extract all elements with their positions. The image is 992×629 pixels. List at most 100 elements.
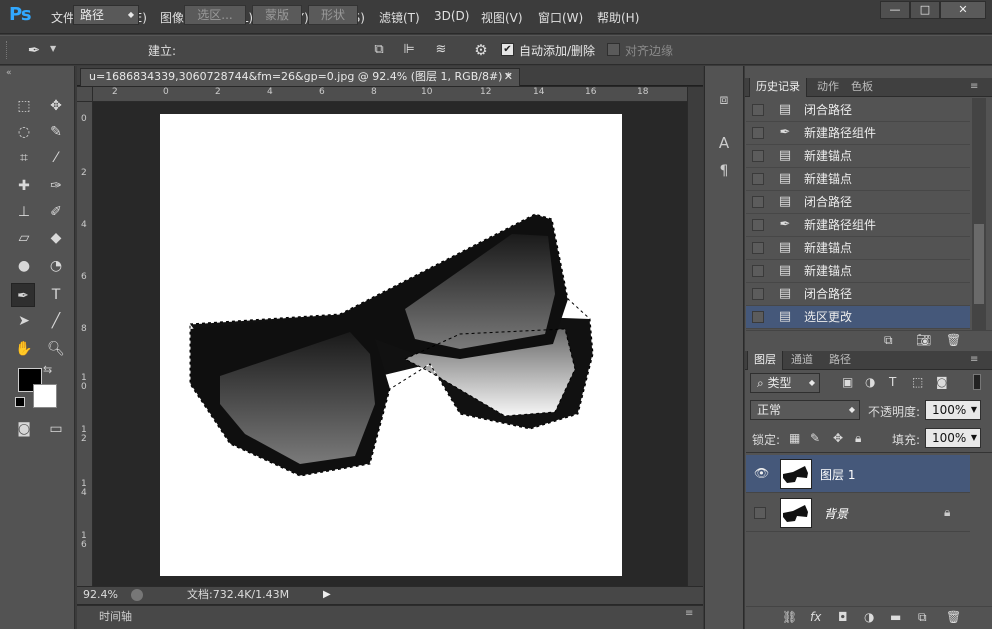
filter-toggle[interactable] xyxy=(973,374,981,390)
history-snapshot-checkbox[interactable] xyxy=(752,173,764,185)
history-item[interactable]: ▤ 新建锚点 xyxy=(746,237,970,260)
fx-icon[interactable]: fx xyxy=(810,610,821,624)
layer-filter-kind-select[interactable]: ⌕ 类型 ◆ xyxy=(750,373,820,393)
close-button[interactable]: ✕ xyxy=(940,1,986,19)
dodge-tool-icon[interactable]: ◔ xyxy=(44,254,68,278)
minimize-button[interactable]: — xyxy=(880,1,910,19)
clone-stamp-tool-icon[interactable]: ⊥ xyxy=(12,200,36,224)
history-brush-tool-icon[interactable]: ✐ xyxy=(44,200,68,224)
history-item[interactable]: ▤ 新建锚点 xyxy=(746,168,970,191)
trash-icon[interactable]: 🗑︎ xyxy=(946,333,961,347)
smart-object-filter-icon[interactable]: ◙ xyxy=(936,375,948,389)
menu-view[interactable]: 视图(V) xyxy=(481,9,523,26)
type-filter-icon[interactable]: T xyxy=(889,375,896,389)
opacity-input[interactable]: 100% ▼ xyxy=(925,400,981,420)
layer-row[interactable]: 背景 🔒︎ xyxy=(746,494,970,532)
document-vertical-scrollbar[interactable] xyxy=(687,87,703,586)
panel-menu-icon[interactable]: ≡ xyxy=(970,354,978,365)
3d-panel-icon[interactable]: ⧈ xyxy=(715,92,733,108)
tab-layers[interactable]: 图层 xyxy=(747,351,783,370)
history-snapshot-checkbox[interactable] xyxy=(752,311,764,323)
default-colors-icon[interactable] xyxy=(15,397,25,407)
move-tool-icon[interactable]: ✥ xyxy=(44,94,68,118)
history-item[interactable]: ▤ 闭合路径 xyxy=(746,99,970,122)
gear-icon[interactable]: ⚙ xyxy=(472,41,490,59)
tab-swatches[interactable]: 色板 xyxy=(845,78,879,97)
options-grip[interactable] xyxy=(6,41,10,59)
history-scrollbar[interactable] xyxy=(972,98,986,330)
lock-position-icon[interactable]: ✥ xyxy=(833,431,843,445)
camera-icon[interactable]: 📷︎ xyxy=(916,333,931,347)
history-item[interactable]: ▤ 新建锚点 xyxy=(746,145,970,168)
timeline-tab[interactable]: 时间轴 xyxy=(99,608,132,624)
panel-menu-icon[interactable]: ≡ xyxy=(970,81,978,92)
panel-menu-icon[interactable]: ≡ xyxy=(685,608,693,619)
history-item[interactable]: ✒ 新建路径组件 xyxy=(746,122,970,145)
history-scroll-thumb[interactable] xyxy=(974,224,984,304)
layer-row[interactable]: 👁︎ 图层 1 xyxy=(746,455,970,493)
eyedropper-tool-icon[interactable]: ⁄ xyxy=(44,146,68,170)
history-item[interactable]: ▤ 新建锚点 xyxy=(746,260,970,283)
path-selection-tool-icon[interactable]: ➤ xyxy=(12,309,36,333)
crop-tool-icon[interactable]: ⌗ xyxy=(12,146,36,170)
paint-bucket-tool-icon[interactable]: ◆ xyxy=(44,226,68,250)
shape-filter-icon[interactable]: ⬚ xyxy=(912,375,923,389)
adjustment-layer-icon[interactable]: ◑ xyxy=(864,610,874,624)
history-snapshot-checkbox[interactable] xyxy=(752,288,764,300)
trash-icon[interactable]: 🗑︎ xyxy=(946,610,961,624)
lasso-tool-icon[interactable]: ◌ xyxy=(12,120,36,144)
history-snapshot-checkbox[interactable] xyxy=(752,219,764,231)
history-snapshot-checkbox[interactable] xyxy=(752,196,764,208)
make-shape-button[interactable]: 形状 xyxy=(308,5,358,25)
fill-input[interactable]: 100% ▼ xyxy=(925,428,981,448)
menu-filter[interactable]: 滤镜(T) xyxy=(379,9,420,26)
visibility-toggle[interactable] xyxy=(754,507,766,519)
character-panel-icon[interactable]: A xyxy=(715,135,733,151)
menu-help[interactable]: 帮助(H) xyxy=(597,9,639,26)
align-edges-checkbox[interactable] xyxy=(607,43,620,56)
lock-all-icon[interactable]: 🔒︎ xyxy=(855,431,861,446)
status-info-icon[interactable] xyxy=(131,589,143,601)
add-mask-icon[interactable]: ◘ xyxy=(838,610,848,624)
path-operations-icon[interactable]: ⧉ xyxy=(370,41,388,59)
new-document-from-state-icon[interactable]: ⧉ xyxy=(884,333,893,348)
menu-3d[interactable]: 3D(D) xyxy=(434,9,469,23)
link-layers-icon[interactable]: ⛓︎ xyxy=(782,610,797,624)
adjustment-filter-icon[interactable]: ◑ xyxy=(865,375,875,389)
layer-name[interactable]: 图层 1 xyxy=(820,466,855,483)
vertical-ruler[interactable]: 0 2 4 6 8 1 0 1 2 1 4 1 6 xyxy=(77,102,93,586)
history-item[interactable]: ▤ 闭合路径 xyxy=(746,283,970,306)
make-selection-button[interactable]: 选区... xyxy=(184,5,246,25)
history-item[interactable]: ▤ 选区更改 xyxy=(746,306,970,329)
chevron-down-icon[interactable]: ▼ xyxy=(50,44,56,53)
pixel-filter-icon[interactable]: ▣ xyxy=(842,375,853,389)
tab-history[interactable]: 历史记录 xyxy=(749,78,807,97)
layer-name[interactable]: 背景 xyxy=(824,505,848,522)
eye-icon[interactable]: 👁︎ xyxy=(754,466,769,480)
status-menu-arrow-icon[interactable]: ▶ xyxy=(323,587,331,603)
tab-paths[interactable]: 路径 xyxy=(823,351,857,370)
history-item[interactable]: ✒ 新建路径组件 xyxy=(746,214,970,237)
eraser-tool-icon[interactable]: ▱ xyxy=(12,226,36,250)
history-snapshot-checkbox[interactable] xyxy=(752,265,764,277)
collapse-toolbox-icon[interactable]: « xyxy=(6,68,12,78)
document-tab[interactable]: u=1686834339,3060728744&fm=26&gp=0.jpg @… xyxy=(80,68,520,86)
history-snapshot-checkbox[interactable] xyxy=(752,127,764,139)
make-mask-button[interactable]: 蒙版 xyxy=(252,5,302,25)
tab-channels[interactable]: 通道 xyxy=(785,351,819,370)
background-color-swatch[interactable] xyxy=(33,384,57,408)
paragraph-panel-icon[interactable]: ¶ xyxy=(715,163,733,179)
type-tool-icon[interactable]: T xyxy=(44,283,68,307)
path-arrangement-icon[interactable]: ≋ xyxy=(432,41,450,59)
lock-image-icon[interactable]: ✎ xyxy=(810,431,820,445)
canvas-image[interactable] xyxy=(160,114,622,576)
blur-tool-icon[interactable]: ● xyxy=(12,254,36,278)
history-snapshot-checkbox[interactable] xyxy=(752,242,764,254)
zoom-tool-icon[interactable]: 🔍︎ xyxy=(44,337,68,361)
quick-mask-icon[interactable]: ◙ xyxy=(12,417,36,441)
path-mode-select[interactable]: 路径 ◆ xyxy=(73,5,139,25)
lock-transparent-icon[interactable]: ▦ xyxy=(789,431,800,445)
brush-tool-icon[interactable]: ✑ xyxy=(44,174,68,198)
menu-window[interactable]: 窗口(W) xyxy=(538,9,583,26)
history-item[interactable]: ▤ 闭合路径 xyxy=(746,191,970,214)
